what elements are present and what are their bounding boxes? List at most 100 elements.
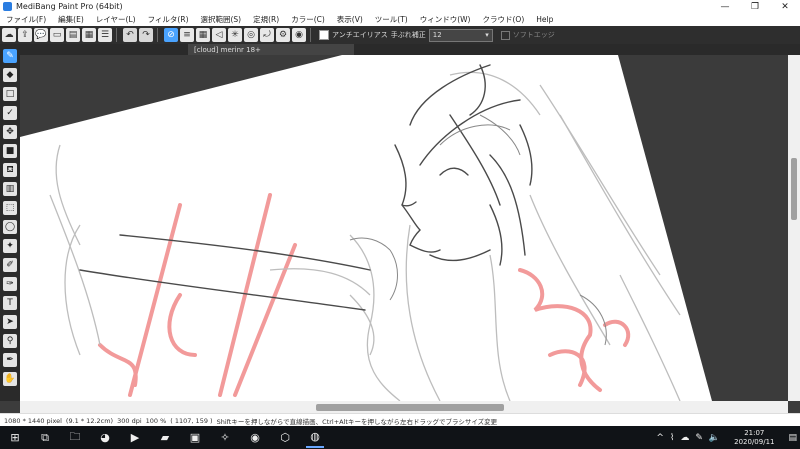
pen-tool-icon[interactable]: ✒	[3, 353, 17, 367]
media-player-icon[interactable]: ▶	[126, 429, 144, 447]
toolbar-divider	[310, 28, 311, 42]
minimize-button[interactable]: —	[710, 0, 740, 13]
grid-page-icon[interactable]: ▦	[82, 28, 96, 42]
drawing-canvas[interactable]	[20, 55, 788, 401]
stabilizer-select[interactable]: 12 ▾	[428, 28, 493, 42]
status-size: 1080 * 1440 pixel	[4, 416, 62, 425]
network-icon[interactable]: ⌇	[670, 433, 674, 443]
select-pen-tool-icon[interactable]: ✐	[3, 258, 17, 272]
brush-tool-icon[interactable]: ✎	[3, 49, 17, 63]
menu-view[interactable]: 表示(V)	[331, 14, 369, 25]
redo-icon[interactable]: ↷	[139, 28, 153, 42]
cloud-sync-icon[interactable]: ☁	[680, 433, 689, 443]
bucket-tool-icon[interactable]: ⛾	[3, 163, 17, 177]
stabilizer-label: 手ぶれ補正	[390, 31, 426, 39]
app-cube-icon[interactable]: ⬡	[276, 429, 294, 447]
maximize-button[interactable]: ❐	[740, 0, 770, 13]
menu-cloud[interactable]: クラウド(O)	[477, 14, 531, 25]
shape-tool-icon[interactable]: ■	[3, 144, 17, 158]
target-icon[interactable]: ◉	[292, 28, 306, 42]
eraser-tool-icon[interactable]: ◆	[3, 68, 17, 82]
menu-selection[interactable]: 選択範囲(S)	[195, 14, 248, 25]
clock-time: 21:07	[744, 428, 765, 437]
lasso-tool-icon[interactable]: ◯	[3, 220, 17, 234]
select-eraser-tool-icon[interactable]: ✑	[3, 277, 17, 291]
text-tool-icon[interactable]: T	[3, 296, 17, 310]
canvas-area[interactable]	[20, 55, 788, 401]
menu-help[interactable]: Help	[530, 15, 559, 24]
document-tab[interactable]: [cloud] merinr 18+	[188, 44, 354, 55]
snap-off-icon[interactable]: ⊘	[164, 28, 178, 42]
horizontal-scrollbar[interactable]	[20, 401, 788, 413]
menu-tool[interactable]: ツール(T)	[369, 14, 414, 25]
antialias-label: アンチエイリアス	[332, 31, 388, 39]
grid-snap-icon[interactable]: ▦	[196, 28, 210, 42]
perspective-snap-icon[interactable]: ◁	[212, 28, 226, 42]
menu-color[interactable]: カラー(C)	[285, 14, 331, 25]
radial-snap-icon[interactable]: ✳	[228, 28, 242, 42]
window-title: MediBang Paint Pro (64bit)	[16, 2, 123, 11]
clock[interactable]: 21:07 2020/09/11	[731, 429, 777, 447]
soft-edge-checkbox[interactable]	[500, 30, 510, 40]
windows-taskbar: ⊞ ⧉ 🗀 ◕ ▶ ▰ ▣ ✧ ◉ ⬡ ◍ ^ ⌇ ☁ ✎ 🔈 21:07 20…	[0, 426, 800, 449]
horizontal-scroll-thumb[interactable]	[316, 404, 504, 411]
hand-tool-icon[interactable]: ✋	[3, 372, 17, 386]
magic-wand-tool-icon[interactable]: ✦	[3, 239, 17, 253]
system-tray: ^ ⌇ ☁ ✎ 🔈 21:07 2020/09/11 ▤	[653, 426, 800, 449]
dot-tool-icon[interactable]: ✓	[3, 106, 17, 120]
tool-palette: ✎ ◆ □ ✓ ✥ ■ ⛾ ▥ ⬚ ◯ ✦ ✐ ✑ T ➤ ⚲ ✒ ✋	[0, 44, 20, 401]
rectangle-tool-icon[interactable]: □	[3, 87, 17, 101]
cloud-icon[interactable]: ☁	[2, 28, 16, 42]
message-icon[interactable]: ▭	[50, 28, 64, 42]
sticky-notes-icon[interactable]: ▰	[156, 429, 174, 447]
file-explorer-icon[interactable]: 🗀	[66, 429, 84, 447]
vertical-scroll-thumb[interactable]	[791, 158, 797, 220]
canvas-paper	[20, 55, 712, 401]
status-cm: (9.1 * 12.2cm)	[65, 416, 114, 425]
pen-icon[interactable]: ✎	[695, 433, 703, 443]
menu-filter[interactable]: フィルタ(R)	[142, 14, 195, 25]
upload-icon[interactable]: ⇪	[18, 28, 32, 42]
windows-start-icon[interactable]: ⊞	[6, 429, 24, 447]
toolbar-divider	[116, 28, 117, 42]
medibang-taskbar-icon[interactable]: ◍	[306, 428, 324, 448]
status-cursor: ( 1107, 159 )	[170, 416, 213, 425]
page-icon[interactable]: ▤	[66, 28, 80, 42]
select-tool-icon[interactable]: ⬚	[3, 201, 17, 215]
circle-snap-icon[interactable]: ◎	[244, 28, 258, 42]
task-view-icon[interactable]: ⧉	[36, 429, 54, 447]
antialias-checkbox[interactable]	[319, 30, 329, 40]
operation-tool-icon[interactable]: ➤	[3, 315, 17, 329]
gradient-tool-icon[interactable]: ▥	[3, 182, 17, 196]
list-icon[interactable]: ☰	[98, 28, 112, 42]
app-window-icon[interactable]: ▣	[186, 429, 204, 447]
app-tool-icon[interactable]: ✧	[216, 429, 234, 447]
curve-snap-icon[interactable]: ⤾	[260, 28, 274, 42]
notification-icon[interactable]: ▤	[788, 433, 797, 443]
record-app-icon[interactable]: ◉	[246, 429, 264, 447]
settings-icon[interactable]: ⚙	[276, 28, 290, 42]
title-bar: MediBang Paint Pro (64bit) — ❐ ✕	[0, 0, 800, 13]
menu-bar: ファイル(F) 編集(E) レイヤー(L) フィルタ(R) 選択範囲(S) 定規…	[0, 13, 800, 27]
soft-edge-label: ソフトエッジ	[512, 31, 555, 39]
window-controls: — ❐ ✕	[710, 0, 800, 13]
move-tool-icon[interactable]: ✥	[3, 125, 17, 139]
close-button[interactable]: ✕	[770, 0, 800, 13]
menu-file[interactable]: ファイル(F)	[0, 14, 52, 25]
menu-layer[interactable]: レイヤー(L)	[90, 14, 142, 25]
chevron-down-icon: ▾	[485, 31, 489, 39]
menu-window[interactable]: ウィンドウ(W)	[414, 14, 477, 25]
volume-icon[interactable]: 🔈	[709, 433, 720, 443]
chevron-up-icon[interactable]: ^	[656, 433, 664, 443]
menu-ruler[interactable]: 定規(R)	[247, 14, 285, 25]
chrome-icon[interactable]: ◕	[96, 429, 114, 447]
vertical-scrollbar[interactable]	[788, 55, 800, 401]
status-zoom: 100 %	[145, 416, 167, 425]
menu-edit[interactable]: 編集(E)	[52, 14, 90, 25]
status-dpi: 300 dpi	[117, 416, 142, 425]
eyedropper-tool-icon[interactable]: ⚲	[3, 334, 17, 348]
status-hint: Shiftキーを押しながらで直線描画、Ctrl+Altキーを押しながら左右ドラッ…	[216, 417, 498, 426]
parallel-snap-icon[interactable]: ≡	[180, 28, 194, 42]
undo-icon[interactable]: ↶	[123, 28, 137, 42]
comment-icon[interactable]: 💬	[34, 28, 48, 42]
